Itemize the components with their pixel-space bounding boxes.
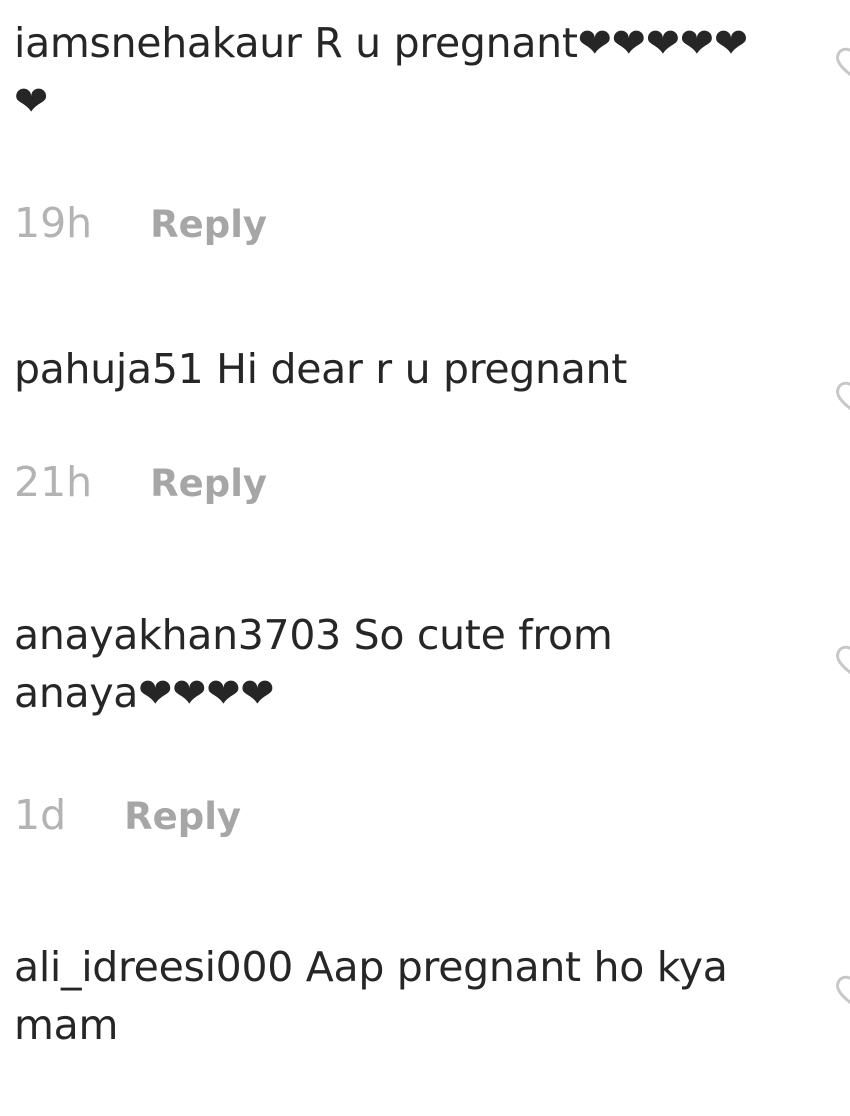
comment-username[interactable]: ali_idreesi000: [14, 943, 293, 991]
comment-text: iamsnehakaur R u pregnant❤❤❤❤❤❤: [14, 14, 754, 130]
reply-button[interactable]: Reply: [124, 795, 241, 838]
comment-username[interactable]: pahuja51: [14, 345, 204, 393]
comment-item: anayakhan3703 So cute from anaya❤❤❤❤ 1d …: [14, 606, 850, 866]
comment-username[interactable]: anayakhan3703: [14, 611, 341, 659]
heart-outline-icon[interactable]: [834, 968, 850, 1012]
reply-button[interactable]: Reply: [150, 203, 267, 246]
heart-outline-icon[interactable]: [834, 638, 850, 682]
comment-username[interactable]: iamsnehakaur: [14, 19, 302, 67]
reply-button[interactable]: Reply: [150, 462, 267, 505]
comment-item: pahuja51 Hi dear r u pregnant 21h Reply: [14, 340, 850, 530]
comment-text: anayakhan3703 So cute from anaya❤❤❤❤: [14, 606, 704, 722]
comment-timestamp: 19h: [14, 199, 93, 247]
comment-body: Hi dear r u pregnant: [216, 345, 627, 393]
comment-text: ali_idreesi000 Aap pregnant ho kya mam: [14, 938, 754, 1054]
comment-meta: 19h Reply: [14, 199, 267, 247]
comment-timestamp: 21h: [14, 458, 93, 506]
comment-item: iamsnehakaur R u pregnant❤❤❤❤❤❤ 19h Repl…: [14, 14, 850, 264]
comment-text: pahuja51 Hi dear r u pregnant: [14, 340, 804, 398]
heart-outline-icon[interactable]: [834, 374, 850, 418]
comment-timestamp: 1d: [14, 791, 67, 839]
comment-meta: 1d Reply: [14, 791, 241, 839]
comment-meta: 21h Reply: [14, 458, 267, 506]
heart-outline-icon[interactable]: [834, 40, 850, 84]
comment-item: ali_idreesi000 Aap pregnant ho kya mam: [14, 938, 850, 1116]
